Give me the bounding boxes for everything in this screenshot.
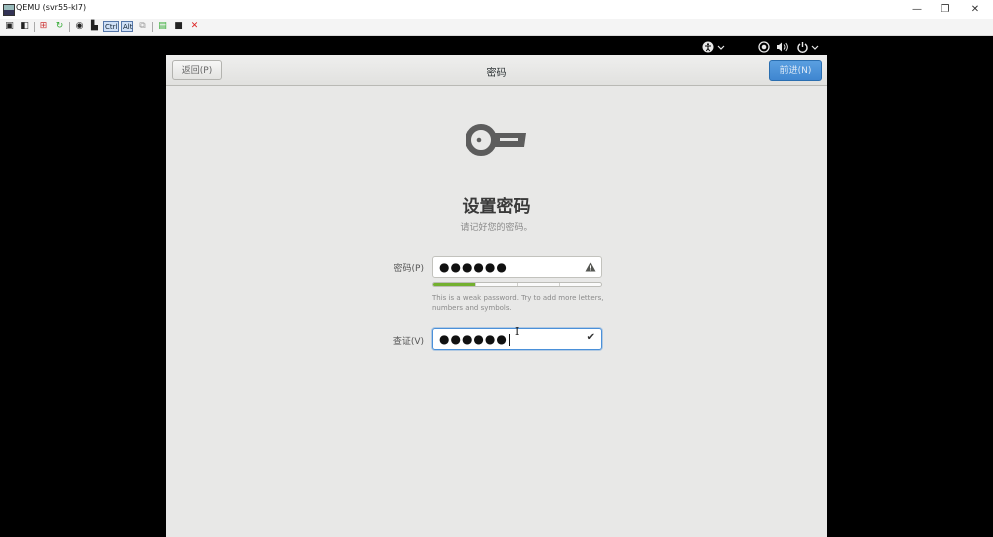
page-title: 设置密码 <box>462 197 531 217</box>
strength-meter-tick <box>517 283 518 286</box>
toolbar-separator <box>152 22 153 32</box>
network-icon <box>758 41 770 53</box>
strength-meter-fill <box>433 283 475 286</box>
properties-icon[interactable]: ▣ <box>4 21 15 32</box>
accessibility-icon <box>702 41 725 53</box>
info-icon[interactable]: ◧ <box>19 21 30 32</box>
verify-value: ●●●●●● <box>439 332 508 346</box>
verify-value-wrap: ●●●●●● <box>439 331 510 347</box>
system-status-menu[interactable] <box>758 41 820 53</box>
paste-icon[interactable]: ▤ <box>157 21 168 32</box>
chevron-down-icon <box>811 45 819 50</box>
close-button[interactable]: ✕ <box>960 2 990 17</box>
volume-icon <box>777 42 788 52</box>
qemu-toolbar: ▣ ◧ ⊞ ↻ ◉ ▙ Ctrl Alt ⧉ ▤ ■ ✕ <box>0 19 993 36</box>
view-icon[interactable]: ◉ <box>74 21 85 32</box>
window-titlebar: QEMU (svr55-kl7) — ❐ ✕ <box>0 0 993 19</box>
password-label: 密码(P) <box>393 264 424 274</box>
installer-dialog: 返回(P) 密码 前进(N) 设置密码 请记好您的密码。 密码(P) ●●●●●… <box>166 55 827 537</box>
save-icon[interactable]: ■ <box>173 21 184 32</box>
text-caret <box>508 333 510 346</box>
verify-label: 查证(V) <box>392 337 424 347</box>
qemu-app-icon <box>3 4 15 16</box>
page-header-title: 密码 <box>486 68 507 79</box>
password-hint: This is a weak password. Try to add more… <box>432 294 604 312</box>
restore-button[interactable]: ❐ <box>930 2 960 17</box>
password-strength-meter <box>432 282 602 287</box>
toolbar-separator <box>34 22 35 32</box>
dialog-header: 返回(P) 密码 前进(N) <box>166 55 827 86</box>
strength-meter-tick <box>559 283 560 286</box>
password-value: ●●●●●● <box>439 260 508 274</box>
accessibility-menu[interactable] <box>702 41 728 53</box>
mouse-capture-icon[interactable]: ▙ <box>89 21 100 32</box>
copy-icon[interactable]: ⧉ <box>137 21 148 32</box>
warning-icon <box>585 262 596 272</box>
window-title: QEMU (svr55-kl7) <box>16 3 87 12</box>
page-subtitle: 请记好您的密码。 <box>460 223 533 233</box>
system-status-icons <box>758 41 819 53</box>
toolbar-separator <box>69 22 70 32</box>
quit-icon[interactable]: ✕ <box>189 21 200 32</box>
password-field[interactable]: ●●●●●● <box>432 256 602 278</box>
mouse-ibeam-cursor: I <box>515 325 520 338</box>
next-button[interactable]: 前进(N) <box>769 60 822 81</box>
strength-meter-tick <box>475 283 476 286</box>
minimize-button[interactable]: — <box>902 2 932 17</box>
fullscreen-icon[interactable]: ⊞ <box>38 21 49 32</box>
check-icon: ✔ <box>586 332 595 343</box>
ctrl-key-button[interactable]: Ctrl <box>103 21 119 32</box>
power-icon <box>797 42 808 53</box>
alt-key-button[interactable]: Alt <box>121 21 133 32</box>
reset-icon[interactable]: ↻ <box>54 21 65 32</box>
key-icon <box>466 124 526 156</box>
